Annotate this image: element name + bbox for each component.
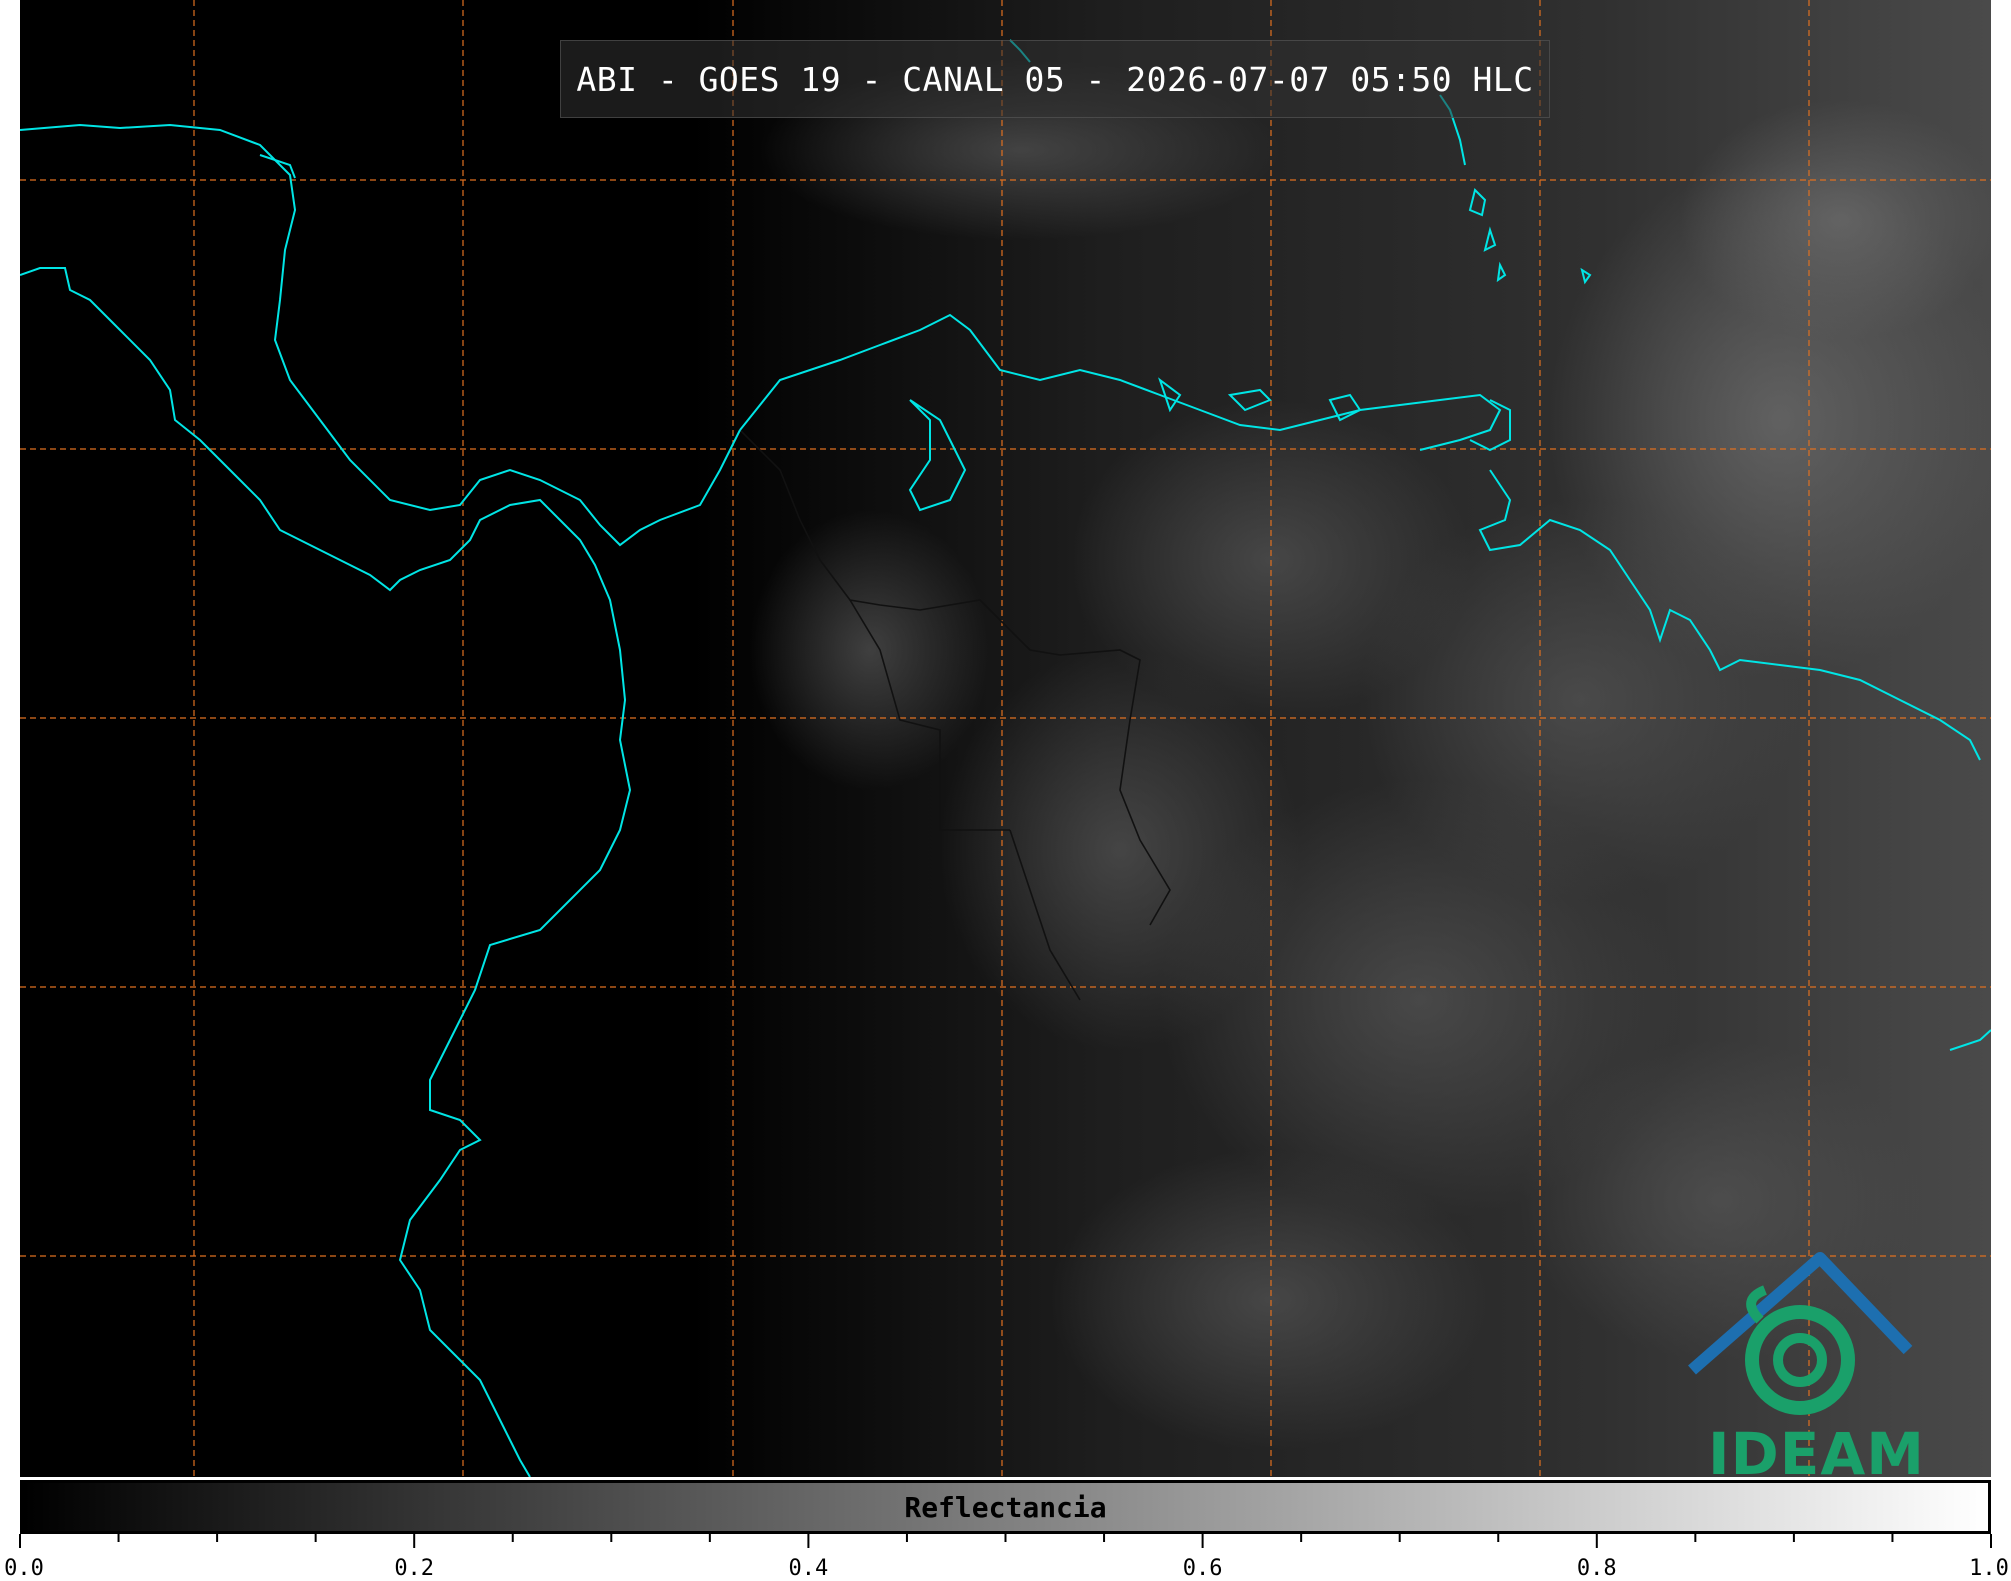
- map-canvas: [20, 0, 1991, 1477]
- colorbar-tick-label: 0.0: [4, 1556, 44, 1581]
- colorbar-tick-label: 0.8: [1576, 1556, 1617, 1581]
- ideam-logo-text: IDEAM: [1708, 1420, 1925, 1477]
- map-title: ABI - GOES 19 - CANAL 05 - 2026-07-07 05…: [560, 40, 1550, 118]
- colorbar-tick-label: 0.2: [394, 1556, 435, 1581]
- colorbar-label: Reflectancia: [904, 1490, 1107, 1524]
- colorbar-tick-label: 1.0: [1969, 1556, 2009, 1581]
- colorbar-tick-label: 0.6: [1182, 1556, 1223, 1581]
- colorbar-ticks: [19, 1534, 1992, 1548]
- satellite-map: ABI - GOES 19 - CANAL 05 - 2026-07-07 05…: [20, 0, 1991, 1477]
- reflectance-colorbar: Reflectancia: [20, 1480, 1991, 1534]
- colorbar-tick-label: 0.4: [788, 1556, 829, 1581]
